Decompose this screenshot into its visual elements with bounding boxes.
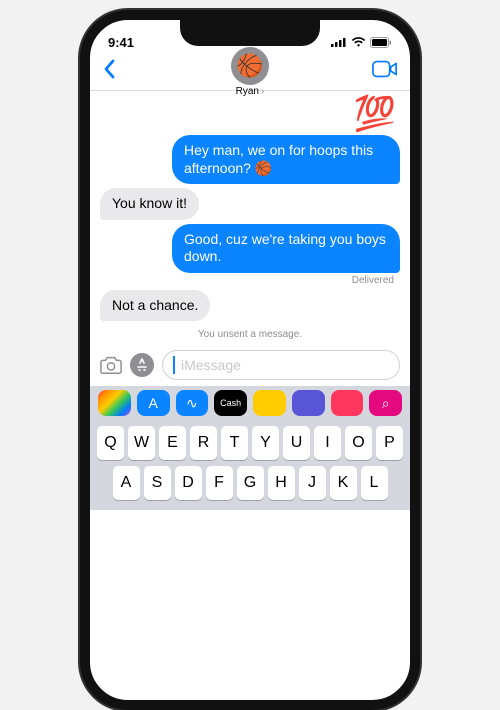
keyboard-row-1: QWERTYUIOP — [94, 426, 406, 460]
message-in-1[interactable]: You know it! — [100, 188, 400, 220]
bubble-text: Not a chance. — [100, 290, 210, 322]
key-l[interactable]: L — [361, 466, 388, 500]
key-f[interactable]: F — [206, 466, 233, 500]
key-p[interactable]: P — [376, 426, 403, 460]
text-caret — [173, 356, 175, 374]
stickers-app-icon[interactable] — [292, 390, 325, 416]
wifi-icon — [351, 37, 366, 47]
key-e[interactable]: E — [159, 426, 186, 460]
magnifier-icon: ⌕ — [382, 395, 390, 412]
appstore-app-icon[interactable]: A — [137, 390, 170, 416]
key-y[interactable]: Y — [252, 426, 279, 460]
camera-button[interactable] — [100, 355, 122, 375]
message-input[interactable]: iMessage — [162, 350, 400, 380]
chevron-left-icon — [102, 59, 116, 79]
bubble-text: You know it! — [100, 188, 199, 220]
key-w[interactable]: W — [128, 426, 155, 460]
message-emoji-out[interactable]: 💯 — [100, 97, 400, 131]
compose-bar: iMessage — [90, 344, 410, 386]
search-app-icon[interactable]: ⌕ — [369, 390, 402, 416]
bubble-text: Good, cuz we're taking you boys down. — [172, 224, 400, 273]
key-q[interactable]: Q — [97, 426, 124, 460]
message-in-2[interactable]: Not a chance. — [100, 290, 400, 322]
delivered-label: Delivered — [100, 275, 400, 286]
facetime-button[interactable] — [372, 60, 398, 84]
contact-name-label: Ryan — [236, 86, 259, 97]
memoji-app-icon[interactable] — [253, 390, 286, 416]
status-time: 9:41 — [108, 35, 134, 50]
iphone-frame: 9:41 🏀 Ryan › 💯 Hey man, we on for hoops… — [80, 10, 420, 710]
message-out-1[interactable]: Hey man, we on for hoops this afternoon?… — [100, 135, 400, 184]
key-d[interactable]: D — [175, 466, 202, 500]
waveform-icon: ∿ — [186, 395, 198, 412]
key-a[interactable]: A — [113, 466, 140, 500]
key-i[interactable]: I — [314, 426, 341, 460]
key-g[interactable]: G — [237, 466, 264, 500]
unsent-label: You unsent a message. — [100, 329, 400, 340]
music-app-icon[interactable] — [331, 390, 364, 416]
notch — [180, 20, 320, 46]
apple-cash-app-icon[interactable]: Cash — [214, 390, 247, 416]
message-out-2[interactable]: Good, cuz we're taking you boys down. — [100, 224, 400, 273]
avatar-emoji: 🏀 — [236, 53, 263, 79]
keyboard: QWERTYUIOP ASDFGHJKL — [90, 422, 410, 510]
cash-label-icon: Cash — [220, 398, 241, 408]
app-store-button[interactable] — [130, 353, 154, 377]
contact-header[interactable]: 🏀 Ryan › — [231, 47, 269, 97]
camera-icon — [100, 355, 122, 375]
key-o[interactable]: O — [345, 426, 372, 460]
appstore-icon — [135, 358, 149, 372]
keyboard-row-2: ASDFGHJKL — [94, 466, 406, 500]
input-placeholder: iMessage — [181, 357, 241, 373]
audio-app-icon[interactable]: ∿ — [176, 390, 209, 416]
key-k[interactable]: K — [330, 466, 357, 500]
chevron-right-icon: › — [261, 86, 264, 97]
battery-icon — [370, 37, 392, 48]
bubble-text: Hey man, we on for hoops this afternoon?… — [172, 135, 400, 184]
photos-app-icon[interactable] — [98, 390, 131, 416]
video-icon — [372, 60, 398, 78]
key-j[interactable]: J — [299, 466, 326, 500]
avatar: 🏀 — [231, 47, 269, 85]
message-thread: 💯 Hey man, we on for hoops this afternoo… — [90, 91, 410, 344]
key-t[interactable]: T — [221, 426, 248, 460]
app-strip: A ∿ Cash ⌕ — [90, 386, 410, 422]
signal-icon — [331, 37, 347, 47]
key-r[interactable]: R — [190, 426, 217, 460]
hundred-icon: 💯 — [354, 97, 400, 131]
back-button[interactable] — [102, 58, 116, 86]
status-icons — [331, 37, 392, 48]
key-s[interactable]: S — [144, 466, 171, 500]
key-h[interactable]: H — [268, 466, 295, 500]
key-u[interactable]: U — [283, 426, 310, 460]
appstore-a-icon: A — [148, 395, 157, 411]
nav-bar: 🏀 Ryan › — [90, 56, 410, 91]
